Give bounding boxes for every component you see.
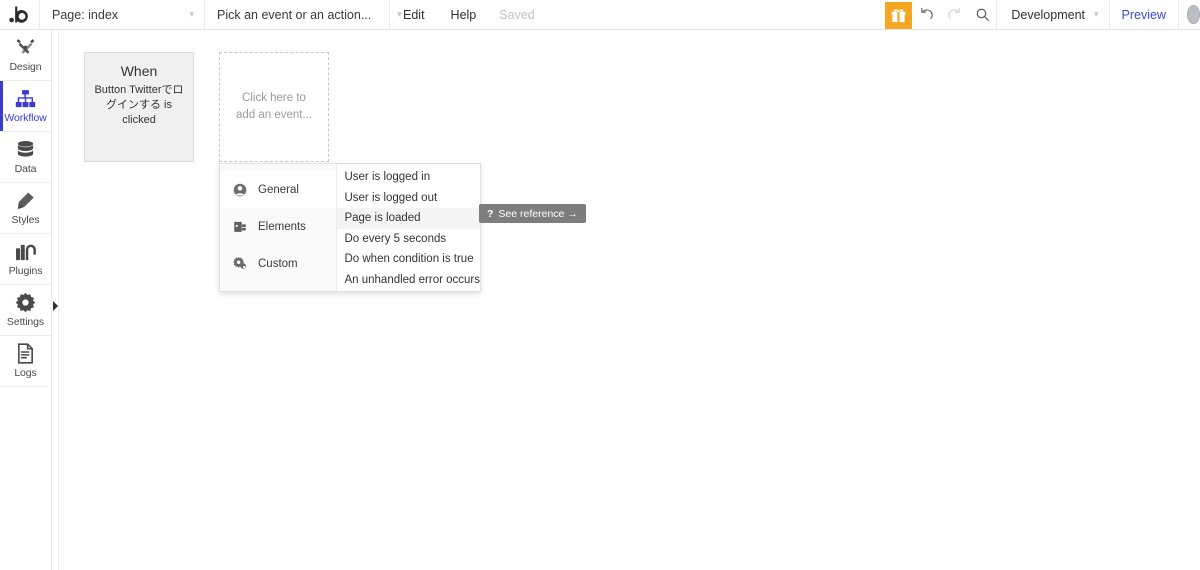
event-card-title: When bbox=[120, 63, 158, 79]
event-option[interactable]: User is logged in bbox=[337, 167, 480, 188]
sidebar-item-label: Logs bbox=[14, 367, 37, 379]
sidebar: Design Workflow Data Styles Plugins Sett… bbox=[0, 30, 58, 570]
plugins-icon bbox=[15, 241, 37, 262]
chevron-down-icon: ▾ bbox=[1094, 9, 1099, 19]
see-reference-label: See reference → bbox=[498, 207, 578, 220]
event-option-list: User is logged in User is logged out Pag… bbox=[337, 164, 480, 291]
event-option[interactable]: Page is loaded bbox=[337, 208, 480, 229]
event-category-list: General Elements Custom bbox=[220, 164, 338, 291]
preview-button[interactable]: Preview bbox=[1108, 0, 1178, 29]
event-card-description: Button Twitterでログインする is clicked bbox=[94, 84, 184, 126]
sidebar-item-plugins[interactable]: Plugins bbox=[0, 234, 51, 285]
styles-icon bbox=[15, 190, 36, 211]
element-icon bbox=[232, 220, 248, 234]
version-selector-label: Development bbox=[1011, 7, 1085, 22]
edit-menu-button[interactable]: Edit bbox=[390, 0, 438, 29]
sidebar-item-label: Design bbox=[9, 61, 42, 73]
event-action-selector[interactable]: Pick an event or an action... ▾ bbox=[205, 0, 402, 29]
sidebar-item-label: Plugins bbox=[8, 265, 43, 277]
event-category-custom[interactable]: Custom bbox=[220, 245, 336, 282]
sidebar-divider bbox=[58, 30, 59, 570]
add-event-placeholder-label: Click here to add an event... bbox=[235, 92, 313, 121]
sidebar-item-styles[interactable]: Styles bbox=[0, 183, 51, 234]
top-bar: Page: index ▾ Pick an event or an action… bbox=[0, 0, 1200, 30]
sidebar-item-label: Settings bbox=[6, 316, 45, 328]
search-icon[interactable] bbox=[968, 0, 996, 29]
saved-status: Saved bbox=[499, 7, 535, 22]
event-picker-menu[interactable]: General Elements Custom User is logged i… bbox=[219, 163, 481, 292]
event-category-elements[interactable]: Elements bbox=[220, 208, 336, 245]
sidebar-item-design[interactable]: Design bbox=[0, 30, 51, 81]
gift-icon[interactable] bbox=[885, 1, 913, 29]
event-action-selector-label: Pick an event or an action... bbox=[217, 7, 372, 22]
sidebar-item-label: Workflow bbox=[4, 112, 47, 124]
help-menu-button[interactable]: Help bbox=[438, 0, 490, 29]
page-selector[interactable]: Page: index ▾ bbox=[40, 0, 205, 29]
version-selector[interactable]: Development ▾ bbox=[996, 0, 1108, 29]
sidebar-item-workflow[interactable]: Workflow bbox=[0, 81, 51, 132]
sidebar-item-settings[interactable]: Settings bbox=[0, 285, 51, 336]
undo-icon[interactable] bbox=[912, 0, 940, 29]
workflow-event-card[interactable]: When Button Twitterでログインする is clicked bbox=[84, 52, 194, 162]
event-option[interactable]: Do when condition is true bbox=[337, 249, 480, 270]
event-category-general[interactable]: General bbox=[220, 171, 337, 208]
page-selector-label: Page: index bbox=[52, 7, 119, 22]
event-option[interactable]: An unhandled error occurs bbox=[337, 270, 480, 291]
redo-icon[interactable] bbox=[940, 0, 968, 29]
settings-icon bbox=[15, 292, 36, 313]
sidebar-item-label: Styles bbox=[11, 214, 40, 226]
avatar[interactable] bbox=[1178, 0, 1200, 29]
add-event-placeholder[interactable]: Click here to add an event... bbox=[219, 52, 329, 162]
data-icon bbox=[15, 139, 36, 160]
sidebar-item-label: Data bbox=[14, 163, 37, 175]
design-icon bbox=[15, 37, 36, 58]
event-option[interactable]: Do every 5 seconds bbox=[337, 229, 480, 250]
avatar-icon bbox=[1187, 5, 1200, 24]
question-mark-icon: ? bbox=[487, 207, 494, 220]
gears-icon bbox=[232, 256, 248, 271]
see-reference-button[interactable]: ? See reference → bbox=[479, 204, 586, 223]
sidebar-item-data[interactable]: Data bbox=[0, 132, 51, 183]
workflow-canvas[interactable]: When Button Twitterでログインする is clicked Cl… bbox=[60, 30, 1200, 570]
event-category-label: Custom bbox=[258, 257, 298, 270]
sidebar-item-logs[interactable]: Logs bbox=[0, 336, 51, 387]
event-category-label: General bbox=[258, 183, 299, 196]
event-option[interactable]: User is logged out bbox=[337, 188, 480, 209]
event-category-label: Elements bbox=[258, 220, 306, 233]
workflow-icon bbox=[15, 88, 36, 109]
logs-icon bbox=[16, 343, 35, 364]
user-circle-icon bbox=[232, 183, 248, 197]
bubble-logo-icon[interactable] bbox=[0, 0, 40, 29]
chevron-down-icon: ▾ bbox=[189, 9, 194, 19]
